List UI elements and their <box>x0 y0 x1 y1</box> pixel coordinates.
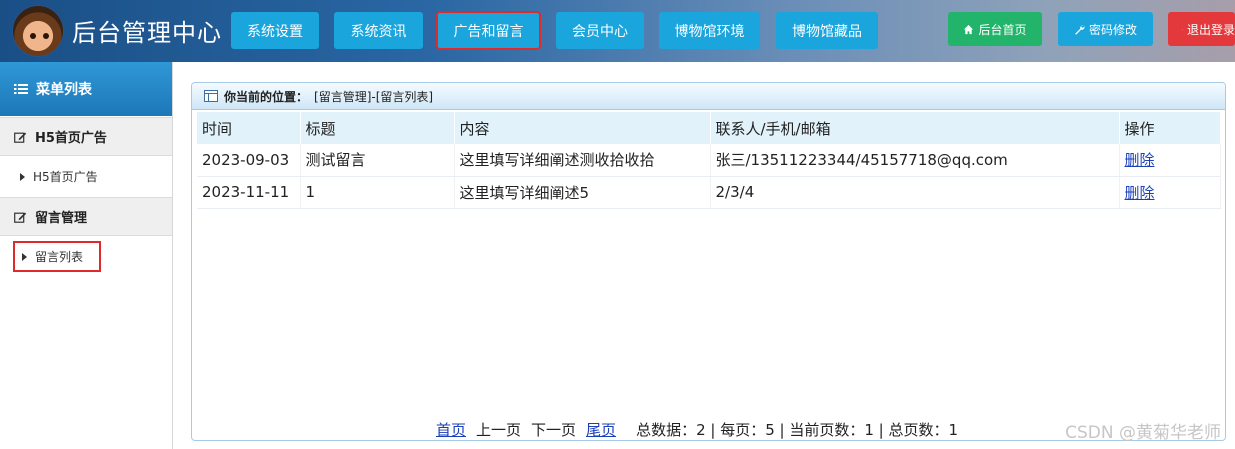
group-h5-ads[interactable]: H5首页广告 <box>0 117 172 156</box>
column-header: 标题 <box>300 112 455 144</box>
menu-list-title: 菜单列表 <box>36 82 92 98</box>
cell-contact: 2/3/4 <box>710 176 1120 209</box>
table-icon <box>204 90 218 102</box>
prev-page: 上一页 <box>476 421 522 439</box>
group-message-management-label: 留言管理 <box>35 211 88 226</box>
nav-museum-collection[interactable]: 博物馆藏品 <box>776 12 878 49</box>
app-title: 后台管理中心 <box>72 19 222 47</box>
group-message-management[interactable]: 留言管理 <box>0 197 172 236</box>
list-icon <box>14 84 28 94</box>
cell-time: 2023-09-03 <box>197 144 301 177</box>
last-page-link[interactable]: 尾页 <box>586 419 616 440</box>
column-header: 时间 <box>197 112 301 144</box>
sidebar-item-message-list-label: 留言列表 <box>35 250 84 264</box>
message-table: 时间 标题 内容 联系人/手机/邮箱 操作 2023-09-03 测试留言 这里… <box>197 112 1221 209</box>
delete-link[interactable]: 删除 <box>1125 184 1155 202</box>
delete-link[interactable]: 删除 <box>1125 151 1155 169</box>
table-header-row: 时间 标题 内容 联系人/手机/邮箱 操作 <box>197 112 1221 144</box>
table-row: 2023-11-11 1 这里填写详细阐述5 2/3/4 删除 <box>197 176 1221 209</box>
pagination: 首页 上一页 下一页 尾页 总数据：2 | 每页：5 | 当前页数：1 | 总页… <box>436 419 958 440</box>
caret-right-icon <box>20 172 25 181</box>
next-page: 下一页 <box>531 421 577 439</box>
caret-right-icon <box>22 252 27 261</box>
change-password-button[interactable]: 密码修改 <box>1058 12 1153 46</box>
location-label: 你当前的位置： <box>224 89 309 104</box>
nav-system-news[interactable]: 系统资讯 <box>334 12 423 49</box>
sidebar-item-h5-ads[interactable]: H5首页广告 <box>0 156 172 197</box>
cell-contact: 张三/13511223344/45157718@qq.com <box>710 144 1120 177</box>
first-page-link[interactable]: 首页 <box>436 419 466 440</box>
top-header: 后台管理中心 系统设置 系统资讯 广告和留言 会员中心 博物馆环境 博物馆藏品 … <box>0 0 1235 62</box>
change-password-label: 密码修改 <box>1088 22 1137 37</box>
nav-museum-environment[interactable]: 博物馆环境 <box>659 12 760 49</box>
cell-content: 这里填写详细阐述测收拾收拾 <box>454 144 711 177</box>
edit-icon <box>14 132 27 143</box>
watermark: CSDN @黄菊华老师 <box>1065 423 1221 443</box>
edit-icon <box>14 212 27 223</box>
cell-action: 删除 <box>1119 144 1221 177</box>
home-button-label: 后台首页 <box>978 22 1027 37</box>
logout-button[interactable]: 退出登录 <box>1168 12 1235 46</box>
cell-title: 1 <box>300 176 455 209</box>
sidebar-item-message-list[interactable]: 留言列表 <box>13 241 101 272</box>
nav-system-settings[interactable]: 系统设置 <box>231 12 319 49</box>
cell-content: 这里填写详细阐述5 <box>454 176 711 209</box>
pagination-stats: 总数据：2 | 每页：5 | 当前页数：1 | 总页数：1 <box>636 421 959 439</box>
cell-time: 2023-11-11 <box>197 176 301 209</box>
logo-avatar <box>12 5 64 57</box>
column-header: 操作 <box>1119 112 1221 144</box>
sidebar: 菜单列表 H5首页广告 H5首页广告 留言管理 留言列表 <box>0 62 173 449</box>
breadcrumb: 你当前的位置： [留言管理]-[留言列表] <box>192 83 1225 110</box>
nav-ads-messages[interactable]: 广告和留言 <box>436 11 541 50</box>
table-row: 2023-09-03 测试留言 这里填写详细阐述测收拾收拾 张三/1351122… <box>197 144 1221 177</box>
logout-label: 退出登录 <box>1186 22 1235 37</box>
column-header: 内容 <box>454 112 711 144</box>
home-icon <box>964 24 974 34</box>
nav-member-center[interactable]: 会员中心 <box>556 12 644 49</box>
cell-title: 测试留言 <box>300 144 455 177</box>
column-header: 联系人/手机/邮箱 <box>710 112 1120 144</box>
home-button[interactable]: 后台首页 <box>948 12 1042 46</box>
cell-action: 删除 <box>1119 176 1221 209</box>
content-panel: 你当前的位置： [留言管理]-[留言列表] 时间 标题 内容 联系人/手机/邮箱… <box>191 82 1226 441</box>
group-h5-ads-label: H5首页广告 <box>35 131 107 146</box>
menu-list-header: 菜单列表 <box>0 62 172 116</box>
sidebar-item-h5-ads-label: H5首页广告 <box>33 170 98 184</box>
breadcrumb-path: [留言管理]-[留言列表] <box>314 89 434 104</box>
power-icon <box>1182 28 1183 30</box>
wrench-icon <box>1075 24 1085 35</box>
